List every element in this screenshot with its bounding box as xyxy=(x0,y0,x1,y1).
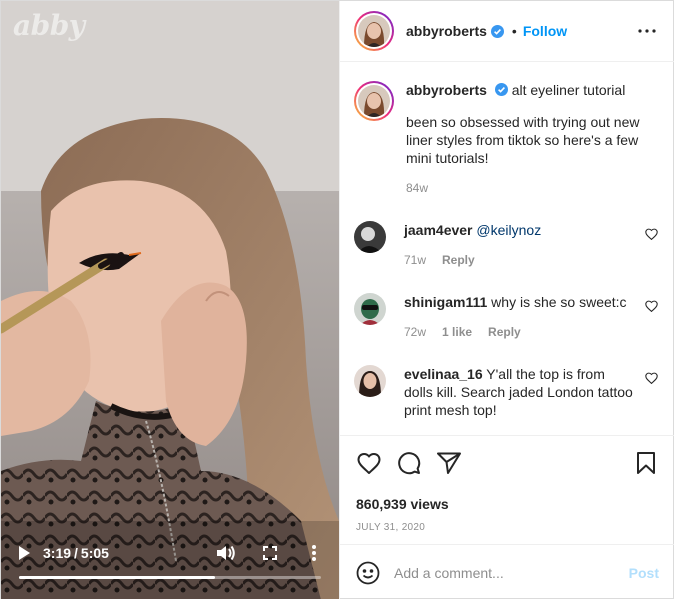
caption-age: 84w xyxy=(406,181,429,195)
comment-item: jaam4ever @keilynoz 71w Reply xyxy=(354,221,659,267)
more-options-icon[interactable] xyxy=(303,542,325,564)
emoji-icon[interactable] xyxy=(356,561,380,585)
more-options-icon[interactable] xyxy=(635,19,659,43)
comment-text: why is she so sweet:c xyxy=(491,294,627,310)
comment-username[interactable]: shinigam111 xyxy=(404,294,487,310)
instagram-post: abby 3:19/5:05 abbyroberts • Follow abby… xyxy=(0,0,674,599)
caption-title: alt eyeliner tutorial xyxy=(511,82,626,98)
header-username[interactable]: abbyroberts xyxy=(406,23,487,39)
comment-text[interactable]: @keilynoz xyxy=(476,222,541,238)
comments-section[interactable]: abbyroberts alt eyeliner tutorial been s… xyxy=(340,63,674,435)
comment-age: 71w xyxy=(404,253,427,267)
post-details-panel: abbyroberts • Follow abbyroberts alt eye… xyxy=(339,1,674,599)
video-time: 3:19/5:05 xyxy=(43,545,109,561)
follow-button[interactable]: Follow xyxy=(523,23,567,39)
save-bookmark-icon[interactable] xyxy=(633,450,659,476)
video-controls: 3:19/5:05 xyxy=(1,532,339,599)
current-time: 3:19 xyxy=(43,545,72,561)
caption-text: been so obsessed with trying out new lin… xyxy=(406,114,640,166)
video-frame xyxy=(1,1,339,599)
comment-item: evelinaa_16 Y'all the top is from dolls … xyxy=(354,365,659,419)
add-comment-bar: Post xyxy=(340,544,674,599)
post-date[interactable]: JULY 31, 2020 xyxy=(356,522,659,533)
duration: 5:05 xyxy=(80,545,109,561)
caption-username[interactable]: abbyroberts xyxy=(406,82,487,98)
video-progress-bar[interactable] xyxy=(19,576,321,579)
commenter-avatar[interactable] xyxy=(354,365,386,397)
play-icon[interactable] xyxy=(15,544,33,562)
like-heart-icon[interactable] xyxy=(356,450,382,476)
volume-icon[interactable] xyxy=(215,542,237,564)
like-comment-heart-icon[interactable] xyxy=(645,299,659,313)
avatar[interactable] xyxy=(354,11,394,51)
caption: abbyroberts alt eyeliner tutorial been s… xyxy=(354,81,659,195)
verified-icon xyxy=(494,83,508,96)
share-paper-plane-icon[interactable] xyxy=(436,450,462,476)
video-progress-fill xyxy=(19,576,216,579)
comment-bubble-icon[interactable] xyxy=(396,450,422,476)
comment-likes[interactable]: 1 like xyxy=(442,325,472,339)
verified-icon xyxy=(490,24,504,38)
like-comment-heart-icon[interactable] xyxy=(645,371,659,385)
like-comment-heart-icon[interactable] xyxy=(645,227,659,241)
comment-username[interactable]: evelinaa_16 xyxy=(404,366,483,382)
caption-heading: abbyroberts alt eyeliner tutorial xyxy=(406,81,659,99)
reply-button[interactable]: Reply xyxy=(442,253,475,267)
video-player[interactable]: abby 3:19/5:05 xyxy=(1,1,339,599)
video-watermark: abby xyxy=(13,9,85,42)
time-separator: / xyxy=(74,545,78,561)
reply-button[interactable]: Reply xyxy=(488,325,521,339)
post-header: abbyroberts • Follow xyxy=(340,1,674,62)
commenter-avatar[interactable] xyxy=(354,293,386,325)
comment-username[interactable]: jaam4ever xyxy=(404,222,473,238)
view-count[interactable]: 860,939 views xyxy=(356,496,659,512)
post-actions: 860,939 views JULY 31, 2020 xyxy=(340,435,674,533)
header-separator: • xyxy=(511,23,517,39)
comment-item: shinigam111 why is she so sweet:c 72w 1 … xyxy=(354,293,659,339)
commenter-avatar[interactable] xyxy=(354,221,386,253)
fullscreen-icon[interactable] xyxy=(259,542,281,564)
comment-input[interactable] xyxy=(394,564,629,581)
caption-avatar[interactable] xyxy=(354,81,394,121)
comment-age: 72w xyxy=(404,325,427,339)
post-comment-button[interactable]: Post xyxy=(629,565,659,581)
